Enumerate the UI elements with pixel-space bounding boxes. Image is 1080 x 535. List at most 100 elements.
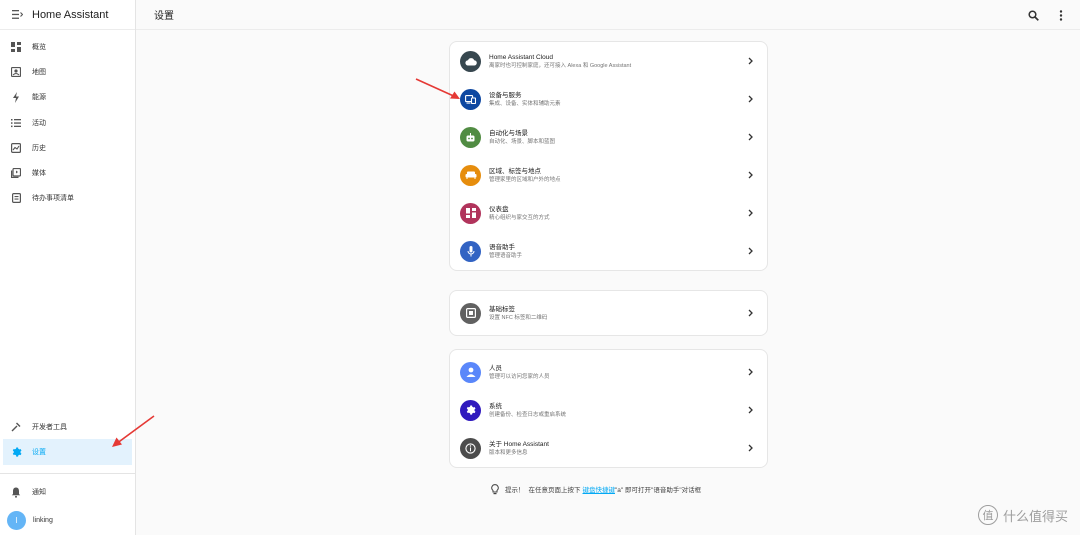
row-title: 语音助手 [489,243,515,251]
row-subtitle: 离家时也可控制家庭，还可接入 Alexa 和 Google Assistant [489,62,632,69]
bell-icon [10,486,22,498]
top-actions [1026,8,1068,22]
sidebar-item-media[interactable]: 媒体 [0,160,135,185]
chevron-right-icon [746,207,754,219]
sidebar-item-developer-tools[interactable]: 开发者工具 [0,414,135,439]
row-subtitle: 版本和更多信息 [489,449,528,456]
sidebar-item-notifications[interactable]: 通知 [0,480,135,505]
sidebar-item-map[interactable]: 地图 [0,59,135,84]
tip-prefix: 提示！ [505,487,525,494]
sidebar-item-energy[interactable]: 能源 [0,85,135,110]
more-vertical-icon[interactable] [1054,8,1068,22]
chevron-right-icon [746,55,754,67]
sidebar-item-settings[interactable]: 设置 [3,439,132,465]
gear-icon [10,446,22,458]
tip-text: 在任意页面上按下 [528,487,581,494]
sidebar-item-label: 能源 [32,94,46,102]
tip-bar: 提示！ 在任意页面上按下 键盘快捷键 "a" 即可打开"语音助手"对话框 [491,483,701,495]
sofa-icon [460,164,481,186]
history-icon [10,142,22,154]
chevron-right-icon [746,93,754,105]
sidebar: Home Assistant 概览 地图 能源 活动 历史 媒体 待办事项清单 … [0,0,136,535]
row-subtitle: 自动化、场景、脚本和蓝图 [489,138,556,145]
settings-row-tags[interactable]: 基础标签 设置 NFC 标签和二维码 [450,291,767,335]
chevron-right-icon [746,442,754,454]
sidebar-item-label: 媒体 [32,170,46,178]
row-title: 设备与服务 [489,91,522,99]
sidebar-item-label: 开发者工具 [32,423,67,431]
settings-row-about[interactable]: 关于 Home Assistant 版本和更多信息 [450,429,767,467]
sidebar-item-history[interactable]: 历史 [0,135,135,160]
row-subtitle: 集成、设备、实体和辅助元素 [489,100,561,107]
settings-row-areas[interactable]: 区域、标签与地点 管理家里的区域和户外的地点 [450,156,767,194]
hammer-icon [10,421,22,433]
sidebar-item-label: 概览 [32,43,46,51]
sidebar-item-todo[interactable]: 待办事项清单 [0,186,135,211]
robot-icon [460,126,481,148]
settings-row-system[interactable]: 系统 创建备份、检查日志或重启系统 [450,391,767,429]
lightbulb-icon [491,483,501,495]
cloud-icon [460,50,481,72]
microphone-icon [460,240,481,262]
notifications-label: 通知 [32,489,46,497]
sidebar-item-label: 设置 [32,449,46,457]
row-subtitle: 创建备份、检查日志或重启系统 [489,411,567,418]
sidebar-item-user[interactable]: l linking [0,505,135,535]
row-subtitle: 管理可以访问您家的人员 [489,373,550,380]
map-icon [10,66,22,78]
row-title: 区域、标签与地点 [489,167,541,175]
row-subtitle: 精心组织与家交互的方式 [489,214,550,221]
chevron-right-icon [746,307,754,319]
sidebar-nav: 概览 地图 能源 活动 历史 媒体 待办事项清单 [0,30,135,211]
chevron-right-icon [746,366,754,378]
keyboard-shortcuts-link[interactable]: 键盘快捷键 [583,484,616,494]
nfc-icon [460,302,481,324]
sidebar-item-label: 活动 [32,119,46,127]
watermark: 值 什么值得买 [977,505,1068,525]
media-icon [10,167,22,179]
sidebar-header: Home Assistant [0,0,135,30]
row-subtitle: 管理家里的区域和户外的地点 [489,176,561,183]
cog-icon [460,399,481,421]
user-name: linking [33,516,53,524]
row-title: 系统 [489,402,502,410]
settings-row-people[interactable]: 人员 管理可以访问您家的人员 [450,353,767,391]
sidebar-item-label: 历史 [32,144,46,152]
dashboard-icon [460,202,481,224]
sidebar-item-overview[interactable]: 概览 [0,34,135,59]
todo-icon [10,192,22,204]
settings-row-devices[interactable]: 设备与服务 集成、设备、实体和辅助元素 [450,80,767,118]
avatar: l [7,510,26,530]
sidebar-bottom: 开发者工具 设置 通知 l linking [0,414,135,535]
search-icon[interactable] [1026,8,1040,22]
settings-card-tags: 基础标签 设置 NFC 标签和二维码 [449,290,768,336]
account-icon [460,361,481,383]
row-subtitle: 设置 NFC 标签和二维码 [489,314,548,321]
devices-icon [460,88,481,110]
settings-card-system: 人员 管理可以访问您家的人员 系统 创建备份、检查日志或重启系统 关于 Home A… [449,349,768,468]
sidebar-item-label: 地图 [32,68,46,76]
watermark-logo: 值 [977,505,998,525]
settings-row-voice-assistants[interactable]: 语音助手 管理语音助手 [450,232,767,270]
chevron-right-icon [746,245,754,257]
row-title: 仪表盘 [489,205,509,213]
settings-card-main: Home Assistant Cloud 离家时也可控制家庭，还可接入 Alexa… [449,41,768,271]
row-title: 关于 Home Assistant [489,440,549,448]
sidebar-item-label: 待办事项清单 [32,195,74,203]
page-title: 设置 [154,11,174,22]
sidebar-divider [0,472,135,474]
settings-row-cloud[interactable]: Home Assistant Cloud 离家时也可控制家庭，还可接入 Alexa… [450,42,767,80]
chevron-right-icon [746,131,754,143]
energy-icon [10,91,22,103]
topbar: 设置 [136,0,1080,30]
chevron-right-icon [746,169,754,181]
settings-row-dashboards[interactable]: 仪表盘 精心组织与家交互的方式 [450,194,767,232]
sidebar-item-logbook[interactable]: 活动 [0,110,135,135]
menu-icon[interactable] [10,8,24,22]
tip-text-tail: "a" 即可打开"语音助手"对话框 [615,487,702,494]
app-title: Home Assistant [32,8,109,21]
overview-icon [10,41,22,53]
settings-row-automations[interactable]: 自动化与场景 自动化、场景、脚本和蓝图 [450,118,767,156]
row-title: 人员 [489,364,502,372]
chevron-right-icon [746,404,754,416]
